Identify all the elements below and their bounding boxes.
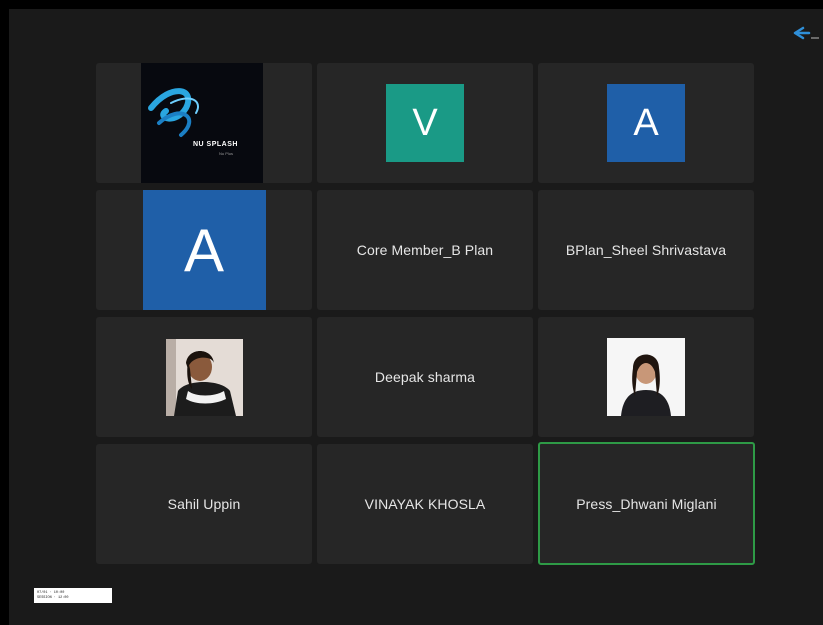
person-photo-icon [165, 338, 243, 416]
participant-tile-v[interactable]: V [317, 63, 533, 183]
participant-tile-dhwani-active-speaker[interactable]: Press_Dhwani Miglani [538, 442, 755, 565]
participant-tile-photo-1[interactable] [96, 317, 312, 437]
participant-name: Sahil Uppin [167, 496, 241, 512]
zoom-return-icon[interactable] [791, 24, 821, 44]
avatar-initial-a: A [607, 84, 685, 162]
person-photo-icon [607, 338, 685, 416]
return-arrow-icon [793, 26, 819, 40]
participant-tile-vinayak[interactable]: VINAYAK KHOSLA [317, 444, 533, 564]
avatar-initial-text: A [633, 101, 659, 144]
participant-photo [165, 338, 243, 416]
participant-tile-bplan-sheel[interactable]: BPlan_Sheel Shrivastava [538, 190, 754, 310]
participant-tile-photo-2[interactable] [538, 317, 754, 437]
participant-tile-a-large[interactable]: A [96, 190, 312, 310]
participant-tile-core-member[interactable]: Core Member_B Plan [317, 190, 533, 310]
participant-photo [607, 338, 685, 416]
participant-tile-deepak[interactable]: Deepak sharma [317, 317, 533, 437]
logo-text: NU SPLASH [193, 141, 238, 148]
participant-tile-logo[interactable]: NU SPLASH Nu Plus [96, 63, 312, 183]
avatar-initial-a-large: A [142, 190, 266, 310]
avatar-initial-v: V [386, 84, 464, 162]
participant-name: Core Member_B Plan [356, 242, 494, 258]
logo-swoosh-icon [148, 88, 199, 137]
participant-name: Deepak sharma [374, 369, 476, 385]
participant-name: VINAYAK KHOSLA [364, 496, 486, 512]
avatar-initial-text: A [183, 216, 225, 284]
logo-subtext: Nu Plus [219, 151, 234, 156]
organization-logo-image: NU SPLASH Nu Plus [141, 63, 263, 183]
timestamp-stamp: 07/01 · 10:00 SESSION · 12:00 [34, 588, 112, 603]
participant-name: BPlan_Sheel Shrivastava [565, 242, 727, 258]
participant-tile-sahil[interactable]: Sahil Uppin [96, 444, 312, 564]
avatar-initial-text: V [412, 101, 438, 144]
participant-tile-a[interactable]: A [538, 63, 754, 183]
participant-name: Press_Dhwani Miglani [576, 495, 717, 512]
stamp-line-2: SESSION · 12:00 [37, 595, 69, 600]
